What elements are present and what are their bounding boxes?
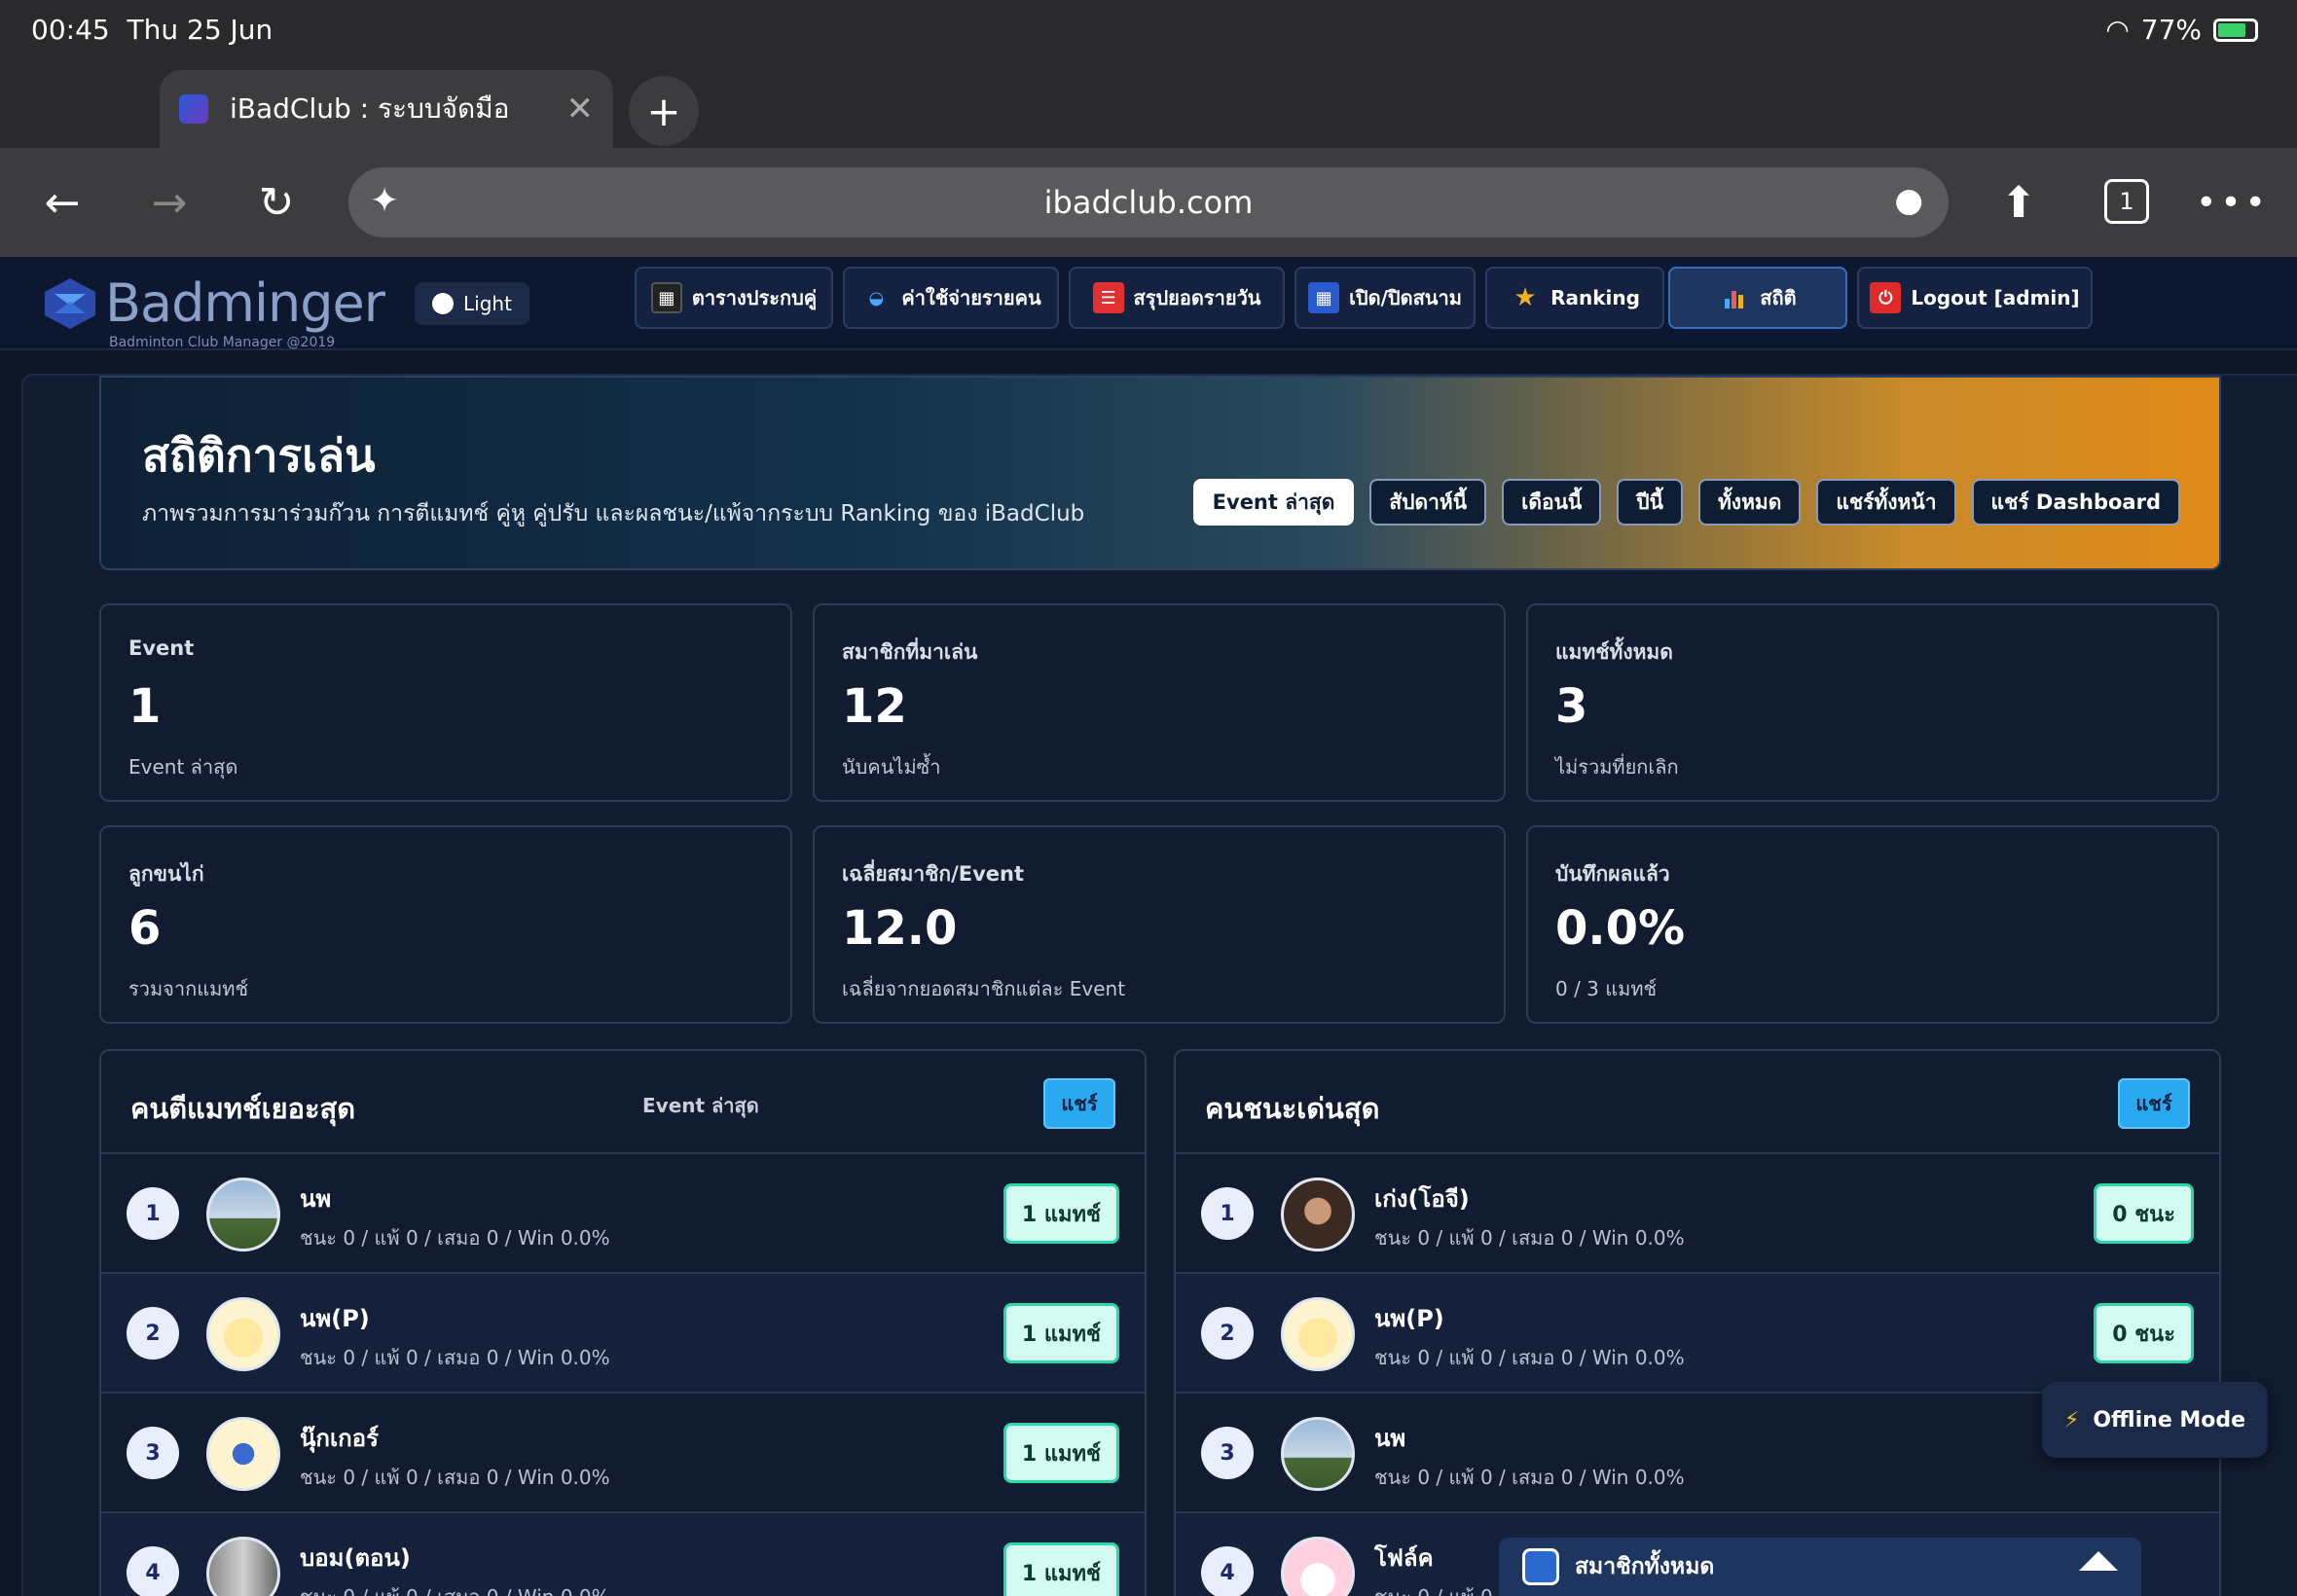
tab-title: iBadClub : ระบบจัดมือ: [230, 92, 510, 125]
forward-icon[interactable]: →: [140, 173, 199, 232]
browser-tab[interactable]: iBadClub : ระบบจัดมือ ✕: [160, 70, 613, 148]
filter-this-month[interactable]: เดือนนี้: [1502, 479, 1602, 526]
chevron-up-icon: [2079, 1551, 2118, 1571]
status-time: 00:45 Thu 25 Jun: [31, 14, 273, 46]
nav-per-person-cost[interactable]: ◒ ค่าใช้จ่ายรายคน: [843, 267, 1059, 329]
members-icon: [1522, 1548, 1559, 1585]
logo-subtitle: Badminton Club Manager: [109, 335, 283, 350]
battery-icon: [2213, 18, 2258, 42]
stat-card-recorded: บันทึกผลแล้ว 0.0% 0 / 3 แมทช์: [1526, 825, 2219, 1024]
more-icon[interactable]: •••: [2196, 173, 2266, 232]
avatar: [1281, 1297, 1355, 1371]
filter-latest-event[interactable]: Event ล่าสุด: [1192, 479, 1355, 526]
panel-title: คนชนะเด่นสุด: [1205, 1092, 1380, 1125]
win-count-badge: 0 ชนะ: [2094, 1183, 2194, 1244]
offline-mode-button[interactable]: ⚡ Offline Mode: [2042, 1382, 2268, 1458]
url-text: ibadclub.com: [1043, 184, 1254, 221]
top-winners-panel: คนชนะเด่นสุด แชร์ 1 เก่ง(โอจี) ชนะ 0 / แ…: [1174, 1049, 2221, 1596]
page-subtitle: ภาพรวมการมาร่วมก๊วน การตีแมทช์ คู่หู คู่…: [142, 501, 1085, 526]
filter-all[interactable]: ทั้งหมด: [1697, 479, 1802, 526]
avatar: [1281, 1537, 1355, 1596]
theme-label: Light: [463, 292, 512, 315]
address-bar[interactable]: ✦ ibadclub.com ●: [348, 167, 1949, 237]
avatar: [1281, 1417, 1355, 1491]
filter-this-week[interactable]: สัปดาห์นี้: [1369, 479, 1487, 526]
microphone-icon[interactable]: ●: [1894, 181, 1923, 220]
new-tab-button[interactable]: +: [629, 76, 699, 146]
period-filters: Event ล่าสุด สัปดาห์นี้ เดือนนี้ ปีนี้ ท…: [1192, 479, 2180, 526]
calendar-icon: ▦: [650, 282, 682, 313]
page-title: สถิติการเล่น: [142, 429, 376, 482]
list-item[interactable]: 2 นพ(P) ชนะ 0 / แพ้ 0 / เสมอ 0 / Win 0.0…: [1176, 1274, 2219, 1394]
filter-this-year[interactable]: ปีนี้: [1617, 479, 1683, 526]
avatar: [206, 1178, 280, 1251]
nav-pairing-schedule[interactable]: ▦ ตารางประกบคู่: [635, 267, 833, 329]
power-icon: ⏻: [1870, 282, 1902, 313]
nav-ranking[interactable]: ★ Ranking: [1485, 267, 1664, 329]
share-icon[interactable]: ⬆: [1989, 173, 2048, 232]
most-matches-panel: คนตีแมทช์เยอะสุด Event ล่าสุด แชร์ 1 นพ …: [99, 1049, 1147, 1596]
site-favicon-icon: [179, 94, 208, 124]
panel-scope: Event ล่าสุด: [642, 1094, 759, 1117]
avatar: [206, 1417, 280, 1491]
win-count-badge: 0 ชนะ: [2094, 1303, 2194, 1363]
app-navbar: Badminger Badminton Club Manager @2019 L…: [0, 257, 2297, 350]
list-item[interactable]: 1 นพ ชนะ 0 / แพ้ 0 / เสมอ 0 / Win 0.0% 1…: [101, 1154, 1145, 1274]
battery-percent: 77%: [2140, 14, 2202, 46]
nav-court-open-close[interactable]: ▦ เปิด/ปิดสนาม: [1294, 267, 1476, 329]
stat-card-members: สมาชิกที่มาเล่น 12 นับคนไม่ซ้ำ: [813, 603, 1506, 802]
stats-hero: สถิติการเล่น ภาพรวมการมาร่วมก๊วน การตีแม…: [99, 376, 2221, 570]
match-count-badge: 1 แมทช์: [1003, 1183, 1119, 1244]
reload-icon[interactable]: ↻: [247, 173, 306, 232]
browser-tab-strip: iBadClub : ระบบจัดมือ ✕ +: [0, 60, 2297, 148]
share-dashboard-button[interactable]: แชร์ Dashboard: [1971, 479, 2180, 526]
list-item[interactable]: 2 นพ(P) ชนะ 0 / แพ้ 0 / เสมอ 0 / Win 0.0…: [101, 1274, 1145, 1394]
tab-count-button[interactable]: 1: [2104, 179, 2149, 224]
match-count-badge: 1 แมทช์: [1003, 1423, 1119, 1483]
match-count-badge: 1 แมทช์: [1003, 1303, 1119, 1363]
device-status-bar: 00:45 Thu 25 Jun ◠ 77%: [0, 0, 2297, 60]
match-count-badge: 1 แมทช์: [1003, 1542, 1119, 1596]
share-button[interactable]: แชร์: [1043, 1078, 1115, 1129]
avatar: [206, 1297, 280, 1371]
nav-logout[interactable]: ⏻ Logout [admin]: [1857, 267, 2093, 329]
close-tab-icon[interactable]: ✕: [566, 90, 595, 128]
stat-card-matches: แมทช์ทั้งหมด 3 ไม่รวมที่ยกเลิก: [1526, 603, 2219, 802]
trophy-icon: ★: [1513, 283, 1537, 312]
lightning-icon: ⚡: [2063, 1407, 2080, 1433]
sparkle-icon[interactable]: ✦: [370, 181, 399, 221]
app-logo[interactable]: Badminger Badminton Club Manager @2019: [41, 272, 385, 350]
bar-chart-icon: [1719, 282, 1750, 313]
list-item[interactable]: 1 เก่ง(โอจี) ชนะ 0 / แพ้ 0 / เสมอ 0 / Wi…: [1176, 1154, 2219, 1274]
list-item[interactable]: 4 บอม(ตอน) ชนะ 0 / แพ้ 0 / เสมอ 0 / Win …: [101, 1513, 1145, 1596]
wifi-icon: ◠: [2105, 14, 2130, 46]
list-icon: ☰: [1092, 282, 1124, 313]
nav-daily-summary[interactable]: ☰ สรุปยอดรายวัน: [1069, 267, 1285, 329]
logo-text: Badminger: [105, 272, 385, 334]
avatar: [1281, 1178, 1355, 1251]
share-page-button[interactable]: แชร์ทั้งหน้า: [1816, 479, 1956, 526]
stat-card-shuttlecocks: ลูกขนไก่ 6 รวมจากแมทช์: [99, 825, 792, 1024]
moon-icon: [432, 293, 455, 314]
members-drawer-toggle[interactable]: สมาชิกทั้งหมด: [1499, 1538, 2141, 1596]
back-icon[interactable]: ←: [33, 173, 91, 232]
panel-title: คนตีแมทช์เยอะสุด: [130, 1092, 356, 1125]
theme-toggle-button[interactable]: Light: [415, 282, 529, 325]
list-item[interactable]: 3 นุ๊กเกอร์ ชนะ 0 / แพ้ 0 / เสมอ 0 / Win…: [101, 1394, 1145, 1513]
avatar: [206, 1537, 280, 1596]
stat-card-avg-members: เฉลี่ยสมาชิก/Event 12.0 เฉลี่ยจากยอดสมาช…: [813, 825, 1506, 1024]
share-button[interactable]: แชร์: [2118, 1078, 2190, 1129]
shuttlecock-icon: ◒: [868, 287, 885, 308]
logo-mark-icon: [45, 278, 95, 329]
browser-toolbar: ← → ↻ ✦ ibadclub.com ● ⬆ 1 •••: [0, 148, 2297, 257]
main-content: สถิติการเล่น ภาพรวมการมาร่วมก๊วน การตีแม…: [21, 374, 2297, 1596]
logo-year: @2019: [286, 335, 336, 350]
stat-card-event: Event 1 Event ล่าสุด: [99, 603, 792, 802]
calendar-grid-icon: ▦: [1308, 282, 1340, 313]
nav-statistics[interactable]: สถิติ: [1668, 267, 1847, 329]
